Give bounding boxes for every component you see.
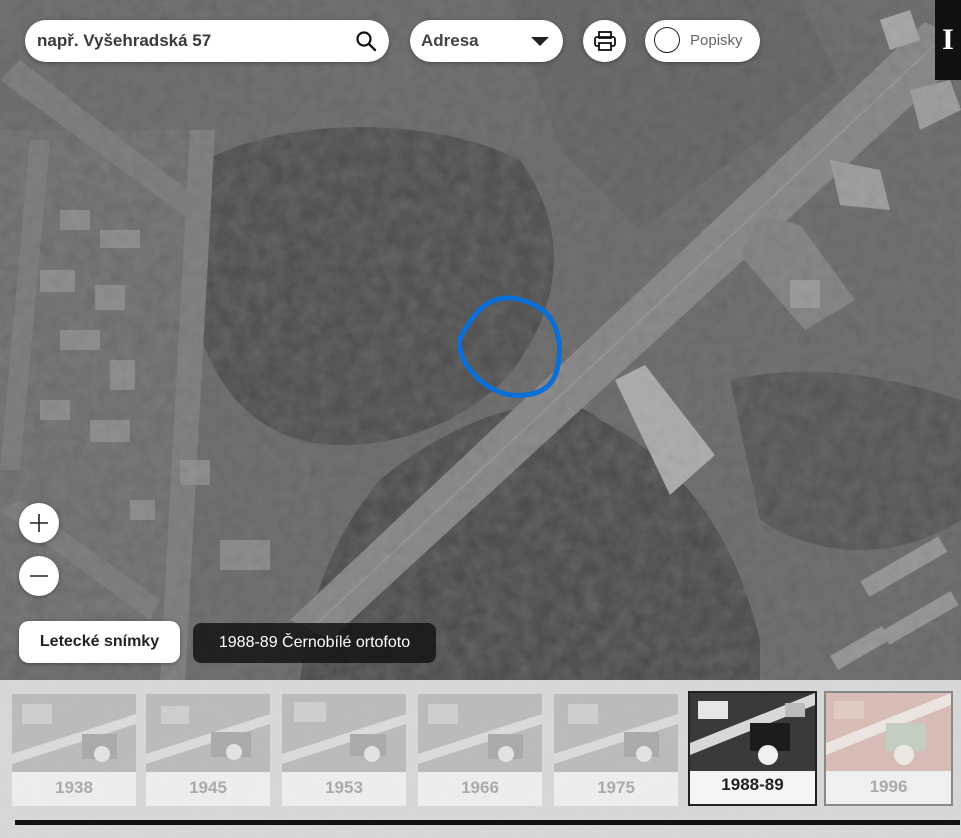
info-button[interactable]: I: [935, 0, 961, 80]
print-button[interactable]: [583, 20, 626, 62]
toggle-circle-icon: [654, 27, 680, 53]
thumbnail-image: [826, 693, 951, 771]
thumbnail-image: [418, 694, 542, 772]
timeline-year: 1975: [597, 778, 635, 797]
timeline-item-1953[interactable]: 1953: [282, 694, 406, 806]
search-type-value: Adresa: [421, 31, 479, 50]
search-icon[interactable]: [355, 30, 377, 52]
timeline-item-1945[interactable]: 1945: [146, 694, 270, 806]
timeline-year: 1996: [869, 777, 908, 796]
timeline-item-1996[interactable]: 1996: [824, 691, 953, 806]
timeline-progress-bar: [15, 820, 960, 825]
thumbnail-image: [690, 693, 815, 771]
timeline-item-1988-89[interactable]: 1988-89: [688, 691, 817, 806]
timeline-item-1938[interactable]: 1938: [12, 694, 136, 806]
plus-icon: [30, 514, 48, 532]
chevron-down-icon: [531, 37, 549, 46]
timeline-year: 1938: [55, 778, 93, 797]
current-layer-label: 1988-89 Černobílé ortofoto: [193, 623, 436, 663]
timeline: 1938 1945 1953 1966 1975 1988-89 1996: [0, 680, 961, 838]
labels-toggle[interactable]: Popisky: [645, 20, 760, 62]
timeline-item-1975[interactable]: 1975: [554, 694, 678, 806]
timeline-year: 1953: [325, 778, 363, 797]
timeline-item-1966[interactable]: 1966: [418, 694, 542, 806]
thumbnail-image: [554, 694, 678, 772]
printer-icon: [594, 31, 616, 51]
search-input[interactable]: [37, 20, 347, 62]
minus-icon: [30, 575, 48, 577]
timeline-year: 1988-89: [721, 775, 784, 794]
timeline-year: 1945: [189, 778, 227, 797]
thumbnail-image: [12, 694, 136, 772]
labels-toggle-text: Popisky: [690, 32, 743, 49]
aerial-layers-button[interactable]: Letecké snímky: [19, 621, 180, 663]
thumbnail-image: [146, 694, 270, 772]
search-bar: [25, 20, 389, 62]
zoom-in-button[interactable]: [19, 503, 59, 543]
thumbnail-image: [282, 694, 406, 772]
search-type-select[interactable]: Adresa: [410, 20, 563, 62]
timeline-year: 1966: [461, 778, 499, 797]
zoom-out-button[interactable]: [19, 556, 59, 596]
